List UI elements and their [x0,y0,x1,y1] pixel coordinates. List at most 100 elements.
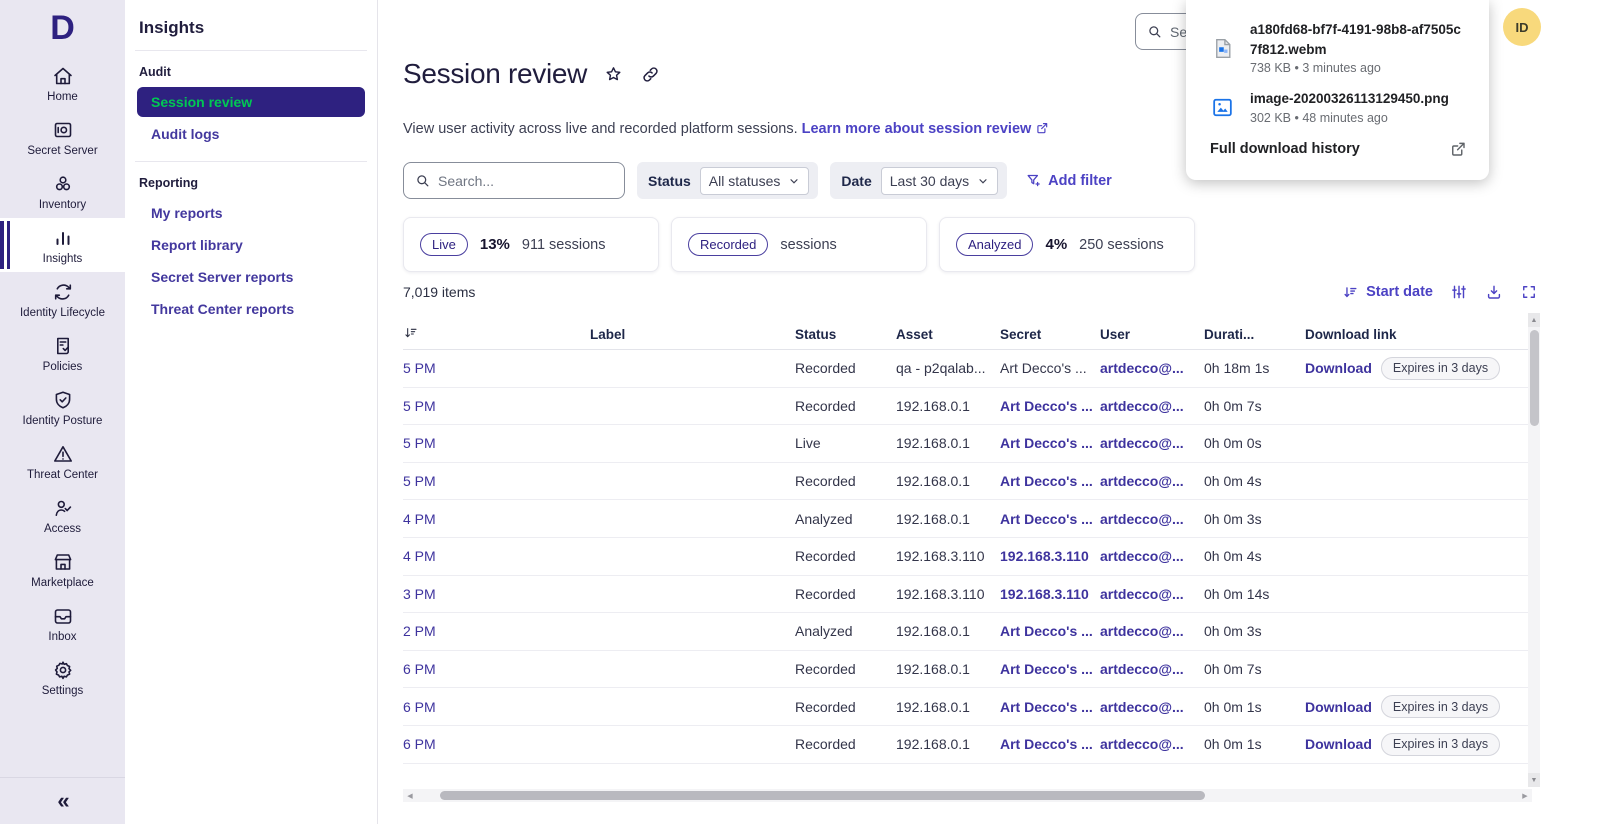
cell-user[interactable]: artdecco@... [1100,435,1204,451]
column-settings-icon[interactable] [1450,283,1468,301]
header-secret[interactable]: Secret [1000,327,1100,342]
header-download-link[interactable]: Download link [1305,327,1532,342]
cell-secret[interactable]: Art Decco's ... [1000,398,1100,414]
cell-secret[interactable]: Art Decco's ... [1000,661,1100,677]
cell-user[interactable]: artdecco@... [1100,473,1204,489]
rail-item-home[interactable]: Home [0,56,125,110]
rail-item-settings[interactable]: Settings [0,650,125,704]
table-row[interactable]: 6 PMRecorded192.168.0.1Art Decco's ...ar… [403,726,1532,764]
cell-user[interactable]: artdecco@... [1100,586,1204,602]
download-item[interactable]: a180fd68-bf7f-4191-98b8-af7505c7f812.web… [1210,20,1467,75]
scroll-left-arrow[interactable]: ◀ [403,789,417,802]
scroll-down-arrow[interactable]: ▼ [1528,773,1540,787]
learn-more-link[interactable]: Learn more about session review [802,121,1050,137]
rail-item-marketplace[interactable]: Marketplace [0,542,125,596]
collapse-sidebar-button[interactable]: « [0,778,125,824]
rail-item-threat-center[interactable]: Threat Center [0,434,125,488]
rail-item-access[interactable]: Access [0,488,125,542]
cell-secret[interactable]: Art Decco's ... [1000,435,1100,451]
cell-start-time[interactable]: 5 PM [403,473,590,489]
cell-secret[interactable]: Art Decco's ... [1000,736,1100,752]
sort-button[interactable]: Start date [1342,284,1433,301]
cell-start-time[interactable]: 6 PM [403,699,590,715]
cell-secret[interactable]: Art Decco's ... [1000,473,1100,489]
header-status[interactable]: Status [795,327,896,342]
add-filter-button[interactable]: Add filter [1025,172,1112,189]
cell-secret[interactable]: Art Decco's ... [1000,511,1100,527]
table-row[interactable]: 5 PMLive192.168.0.1Art Decco's ...artdec… [403,425,1532,463]
cell-secret[interactable]: Art Decco's ... [1000,699,1100,715]
download-link[interactable]: Download [1305,360,1372,376]
copy-link-icon[interactable] [640,64,661,85]
subnav-item-audit-logs[interactable]: Audit logs [137,119,365,149]
vertical-scrollbar[interactable]: ▲ ▼ [1528,313,1540,787]
cell-secret[interactable]: Art Decco's ... [1000,623,1100,639]
rail-item-identity-posture[interactable]: Identity Posture [0,380,125,434]
stat-card-live[interactable]: Live13%911 sessions [403,217,659,272]
download-link[interactable]: Download [1305,699,1372,715]
cell-start-time[interactable]: 5 PM [403,435,590,451]
cell-start-time[interactable]: 5 PM [403,360,590,376]
table-row[interactable]: 5 PMRecordedqa - p2qalab...Art Decco's .… [403,350,1532,388]
header-label[interactable]: Label [590,327,795,342]
download-item[interactable]: image-20200326113129450.png302 KB • 48 m… [1210,89,1467,125]
stat-card-analyzed[interactable]: Analyzed4%250 sessions [939,217,1195,272]
cell-user[interactable]: artdecco@... [1100,661,1204,677]
table-row[interactable]: 6 PMRecorded192.168.0.1Art Decco's ...ar… [403,688,1532,726]
date-filter-select[interactable]: Last 30 days [881,167,998,195]
rail-item-inventory[interactable]: Inventory [0,164,125,218]
vertical-scroll-thumb[interactable] [1530,330,1539,426]
cell-user[interactable]: artdecco@... [1100,398,1204,414]
cell-start-time[interactable]: 6 PM [403,736,590,752]
cell-user[interactable]: artdecco@... [1100,511,1204,527]
subnav-item-my-reports[interactable]: My reports [137,198,365,228]
fullscreen-icon[interactable] [1520,283,1538,301]
favorite-star-icon[interactable] [603,64,624,85]
scroll-up-arrow[interactable]: ▲ [1528,313,1540,327]
cell-start-time[interactable]: 2 PM [403,623,590,639]
table-row[interactable]: 4 PMAnalyzed192.168.0.1Art Decco's ...ar… [403,500,1532,538]
table-row[interactable]: 4 PMRecorded192.168.3.110192.168.3.110ar… [403,538,1532,576]
download-link[interactable]: Download [1305,736,1372,752]
table-search[interactable] [403,162,625,199]
cell-user[interactable]: artdecco@... [1100,360,1204,376]
export-download-icon[interactable] [1485,283,1503,301]
status-filter-select[interactable]: All statuses [700,167,810,195]
avatar[interactable]: ID [1503,8,1541,46]
rail-item-identity-lifecycle[interactable]: Identity Lifecycle [0,272,125,326]
subnav-item-secret-server-reports[interactable]: Secret Server reports [137,262,365,292]
cell-start-time[interactable]: 4 PM [403,511,590,527]
cell-user[interactable]: artdecco@... [1100,623,1204,639]
rail-item-insights[interactable]: Insights [0,218,125,272]
table-row[interactable]: 5 PMRecorded192.168.0.1Art Decco's ...ar… [403,388,1532,426]
subnav-item-report-library[interactable]: Report library [137,230,365,260]
subnav-item-session-review[interactable]: Session review [137,87,365,117]
header-user[interactable]: User [1100,327,1204,342]
stat-card-recorded[interactable]: Recordedsessions [671,217,927,272]
cell-start-time[interactable]: 5 PM [403,398,590,414]
cell-user[interactable]: artdecco@... [1100,699,1204,715]
horizontal-scrollbar[interactable]: ◀ ▶ [403,789,1532,802]
table-row[interactable]: 6 PMRecorded192.168.0.1Art Decco's ...ar… [403,651,1532,689]
subnav-item-threat-center-reports[interactable]: Threat Center reports [137,294,365,324]
horizontal-scroll-thumb[interactable] [440,791,1205,800]
table-row[interactable]: 5 PMRecorded192.168.0.1Art Decco's ...ar… [403,463,1532,501]
full-download-history-link[interactable]: Full download history [1210,140,1467,158]
app-logo[interactable]: D [0,0,125,56]
header-asset[interactable]: Asset [896,327,1000,342]
cell-start-time[interactable]: 3 PM [403,586,590,602]
rail-item-inbox[interactable]: Inbox [0,596,125,650]
cell-start-time[interactable]: 4 PM [403,548,590,564]
cell-user[interactable]: artdecco@... [1100,548,1204,564]
cell-start-time[interactable]: 6 PM [403,661,590,677]
table-row[interactable]: 2 PMAnalyzed192.168.0.1Art Decco's ...ar… [403,613,1532,651]
cell-user[interactable]: artdecco@... [1100,736,1204,752]
scroll-right-arrow[interactable]: ▶ [1518,789,1532,802]
table-row[interactable]: 3 PMRecorded192.168.3.110192.168.3.110ar… [403,576,1532,614]
rail-item-policies[interactable]: Policies [0,326,125,380]
header-durati-[interactable]: Durati... [1204,327,1305,342]
cell-secret[interactable]: 192.168.3.110 [1000,586,1100,602]
cell-secret[interactable]: 192.168.3.110 [1000,548,1100,564]
table-search-input[interactable] [438,173,614,189]
rail-item-secret-server[interactable]: Secret Server [0,110,125,164]
